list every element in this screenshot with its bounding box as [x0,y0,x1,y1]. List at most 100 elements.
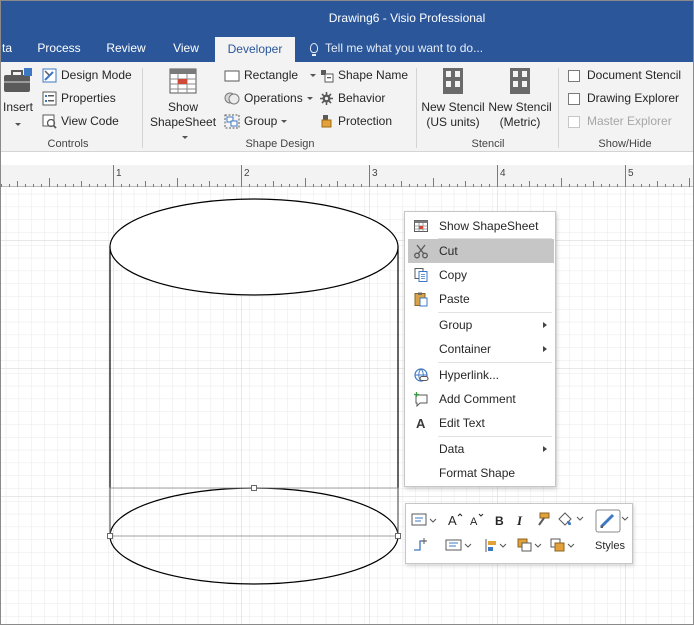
checkbox-icon [568,69,580,82]
tab-review[interactable]: Review [98,36,154,62]
tell-me-text: Tell me what you want to do... [325,41,484,55]
view-code-button[interactable]: View Code [42,111,119,131]
connector-icon[interactable] [414,538,427,551]
ribbon-separator [142,68,143,148]
menu-item-cut[interactable]: Cut [408,239,554,263]
shape-name-button[interactable]: Shape Name [319,65,408,85]
styles-label: Styles [595,540,625,552]
tell-me-box[interactable]: Tell me what you want to do... [310,36,483,62]
menu-item-container[interactable]: Container [408,337,554,361]
group-label: Group [244,114,278,128]
title-bar: Drawing6 - Visio Professional [0,0,694,36]
checkbox-icon [568,92,580,105]
text-icon: A [416,416,426,431]
menu-item-label: Copy [439,268,468,282]
send-to-back-icon[interactable] [550,538,575,552]
chevron-right-icon [543,322,547,328]
drawing-explorer-checkbox[interactable]: Drawing Explorer [568,88,679,108]
styles-icon[interactable] [595,509,629,533]
menu-item-add-comment[interactable]: Add Comment [408,387,554,411]
chevron-down-icon [306,97,313,101]
menu-item-label: Show ShapeSheet [439,219,539,233]
context-menu: Show ShapeSheet Cut Copy Paste Group Con… [404,211,556,487]
insert-button[interactable]: Insert [0,66,36,130]
insert-label: Insert [2,100,33,114]
ruler-label: 2 [244,168,250,179]
menu-item-label: Paste [439,292,470,306]
text-block-icon[interactable] [411,513,437,526]
operations-label: Operations [244,91,303,105]
chevron-right-icon [543,346,547,352]
operations-icon [224,92,240,105]
svg-text:A: A [416,416,426,431]
menu-item-format-shape[interactable]: Format Shape [408,461,554,485]
chevron-down-icon [310,74,317,78]
tab-process[interactable]: Process [30,36,88,62]
new-stencil-metric-button[interactable]: New Stencil (Metric) [487,66,553,130]
comment-icon [414,392,428,407]
behavior-icon [320,92,333,106]
grow-font-icon[interactable]: A [448,513,463,528]
selection-handle[interactable] [107,533,113,539]
chevron-down-icon [281,120,288,124]
bold-icon[interactable]: B [495,514,504,528]
view-code-icon [42,114,57,129]
svg-text:A: A [448,513,457,528]
master-explorer-checkbox: Master Explorer [568,111,672,131]
menu-item-paste[interactable]: Paste [408,287,554,311]
checkbox-icon [568,115,580,128]
scissors-icon [414,244,428,259]
tab-developer[interactable]: Developer [215,37,295,62]
rectangle-button[interactable]: Rectangle [224,65,317,85]
new-stencil-us-button[interactable]: New Stencil (US units) [420,66,486,130]
chevron-right-icon [543,446,547,452]
design-mode-button[interactable]: Design Mode [42,65,132,85]
menu-item-show-shapesheet[interactable]: Show ShapeSheet [408,214,554,238]
horizontal-ruler[interactable]: 1 2 3 4 5 [0,165,694,187]
ruler-label: 4 [500,168,506,179]
properties-label: Properties [61,91,116,105]
document-stencil-checkbox[interactable]: Document Stencil [568,65,681,85]
master-explorer-label: Master Explorer [587,114,672,128]
tab-data[interactable]: ta [0,36,14,62]
tab-view[interactable]: View [164,36,208,62]
design-mode-label: Design Mode [61,68,132,82]
stencil-icon [443,68,463,94]
menu-item-hyperlink[interactable]: Hyperlink... [408,363,554,387]
fill-color-icon[interactable] [558,512,584,526]
svg-text:B: B [495,514,504,528]
new-stencil-metric-line2: (Metric) [499,115,541,129]
drawing-explorer-label: Drawing Explorer [587,91,680,105]
shape-design-group-label: Shape Design [245,138,315,150]
shape-name-label: Shape Name [338,68,409,82]
group-button[interactable]: Group [224,111,288,131]
menu-item-copy[interactable]: Copy [408,263,554,287]
show-shapesheet-button[interactable]: Show ShapeSheet [146,66,220,145]
ruler-label: 3 [372,168,378,179]
rectangle-icon [224,70,240,82]
shrink-font-icon[interactable]: A [470,513,484,528]
menu-item-edit-text[interactable]: A Edit Text [408,411,554,435]
ruler-label: 1 [116,168,122,179]
operations-button[interactable]: Operations [224,88,313,108]
menu-item-label: Hyperlink... [439,368,500,382]
new-stencil-metric-line1: New Stencil [488,100,552,114]
align-icon[interactable] [445,539,472,551]
toolbox-icon [4,68,32,92]
format-painter-icon[interactable] [538,512,550,526]
lock-icon [321,115,332,128]
behavior-button[interactable]: Behavior [319,88,385,108]
bring-to-front-icon[interactable] [517,538,542,552]
ruler-ticks: 1 2 3 4 5 [1,165,690,187]
menu-item-group[interactable]: Group [408,313,554,337]
properties-button[interactable]: Properties [42,88,116,108]
italic-icon[interactable]: I [516,513,523,528]
selection-handle[interactable] [251,485,257,491]
protection-button[interactable]: Protection [319,111,392,131]
selection-handle[interactable] [395,533,401,539]
shapesheet-icon [414,220,428,232]
menu-item-data[interactable]: Data [408,437,554,461]
position-icon[interactable] [485,539,507,552]
menu-item-label: Container [439,342,492,356]
ribbon: Insert Design Mode Properties View Code … [0,62,694,152]
